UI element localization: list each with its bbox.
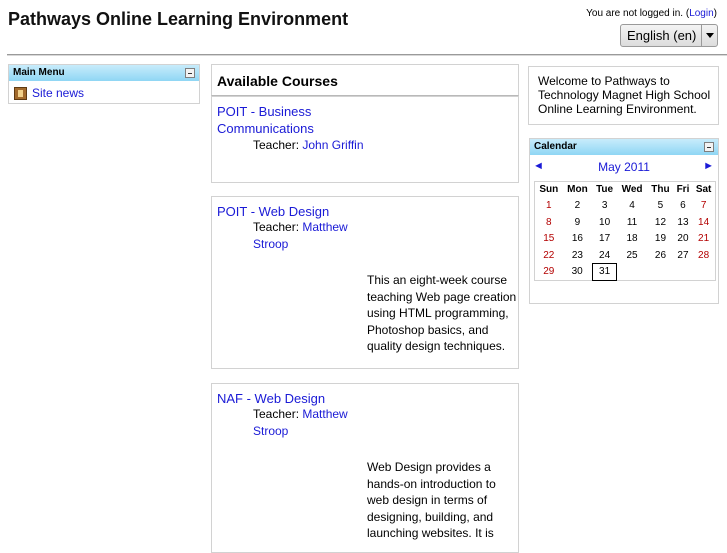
main-menu-header: Main Menu <box>9 65 199 81</box>
available-courses-title: Available Courses <box>217 73 338 89</box>
teacher-label: Teacher: <box>253 138 300 152</box>
calendar-day[interactable]: 7 <box>692 198 715 215</box>
calendar-day[interactable]: 28 <box>692 247 715 264</box>
main-menu-title: Main Menu <box>13 67 65 78</box>
calendar-day[interactable]: 8 <box>535 214 563 231</box>
course-name-link[interactable]: NAF - Web Design <box>217 390 387 407</box>
calendar-day[interactable]: 10 <box>592 214 617 231</box>
course-teacher: Teacher: John Griffin <box>253 137 373 154</box>
main-menu-block: Main Menu Site news <box>8 64 200 104</box>
calendar-empty-cell <box>692 264 715 281</box>
calendar-grid: Sun Mon Tue Wed Thu Fri Sat 1 2 3 4 5 6 7 8 9 10 1… <box>534 181 716 281</box>
calendar-day[interactable]: 21 <box>692 231 715 248</box>
calendar-day[interactable]: 15 <box>535 231 563 248</box>
calendar-day[interactable]: 6 <box>674 198 692 215</box>
calendar-title: Calendar <box>534 141 577 152</box>
calendar-day[interactable]: 1 <box>535 198 563 215</box>
weekday-label: Mon <box>567 184 588 196</box>
calendar-day[interactable]: 13 <box>674 214 692 231</box>
teacher-link[interactable]: John Griffin <box>302 138 363 152</box>
calendar-day[interactable]: 2 <box>563 198 593 215</box>
calendar-day[interactable]: 20 <box>674 231 692 248</box>
calendar-day[interactable]: 24 <box>592 247 617 264</box>
calendar-week-row: 15 16 17 18 19 20 21 <box>535 231 716 248</box>
weekday-label: Tue <box>596 184 614 196</box>
calendar-day[interactable]: 30 <box>563 264 593 281</box>
calendar-nav: ◄ May 2011 ► <box>530 155 718 179</box>
calendar-day[interactable]: 17 <box>592 231 617 248</box>
calendar-day[interactable]: 5 <box>647 198 674 215</box>
course-teacher: Teacher: Matthew Stroop <box>253 219 373 253</box>
calendar-day[interactable]: 18 <box>617 231 647 248</box>
course-name-link[interactable]: POIT - Business Communications <box>217 103 387 137</box>
calendar-day[interactable]: 22 <box>535 247 563 264</box>
login-suffix: ) <box>713 8 717 19</box>
calendar-week-row: 1234567 <box>535 198 716 215</box>
teacher-label: Teacher: <box>253 220 300 234</box>
calendar-day[interactable]: 25 <box>617 247 647 264</box>
page-header: Pathways Online Learning Environment You… <box>0 0 727 56</box>
calendar-day[interactable]: 19 <box>647 231 674 248</box>
weekday-label: Sun <box>539 184 559 196</box>
weekday-row: Sun Mon Tue Wed Thu Fri Sat <box>535 182 716 198</box>
calendar-empty-cell <box>617 264 647 281</box>
calendar-day[interactable]: 14 <box>692 214 715 231</box>
course-name-link[interactable]: POIT - Web Design <box>217 203 387 220</box>
news-icon <box>14 86 27 100</box>
calendar-day[interactable]: 9 <box>563 214 593 231</box>
login-prefix: You are not logged in. ( <box>586 8 690 19</box>
teacher-label: Teacher: <box>253 407 300 421</box>
weekday-label: Wed <box>621 184 643 196</box>
header-divider <box>7 54 727 56</box>
site-title: Pathways Online Learning Environment <box>8 9 349 29</box>
course-box: NAF - Web Design Teacher: Matthew Stroop… <box>211 383 519 553</box>
language-value: English (en) <box>627 28 697 43</box>
welcome-text: Welcome to Pathways to Technology Magnet… <box>538 74 711 116</box>
next-month-icon[interactable]: ► <box>703 160 714 172</box>
menu-item-site-news[interactable]: Site news <box>9 81 199 100</box>
calendar-day[interactable]: 3 <box>592 198 617 215</box>
calendar-day[interactable]: 27 <box>674 247 692 264</box>
calendar-day[interactable]: 12 <box>647 214 674 231</box>
weekday-label: Sat <box>695 184 712 196</box>
site-news-link[interactable]: Site news <box>32 86 84 100</box>
available-courses-header: Available Courses <box>211 64 519 96</box>
chevron-down-icon[interactable] <box>701 25 717 46</box>
login-info: You are not logged in. (Login) <box>586 8 717 19</box>
course-box: POIT - Business Communications Teacher: … <box>211 96 519 183</box>
course-summary: Web Design provides a hands-on introduct… <box>367 460 496 540</box>
weekday-label: Thu <box>651 184 670 196</box>
calendar-day[interactable]: 31 <box>591 263 618 281</box>
calendar-day[interactable]: 4 <box>617 198 647 215</box>
calendar-week-row: 22 23 24 25 26 27 28 <box>535 247 716 264</box>
calendar-empty-cell <box>647 264 674 281</box>
calendar-week-row: 29 30 31 <box>535 263 716 281</box>
course-box: POIT - Web Design Teacher: Matthew Stroo… <box>211 196 519 369</box>
collapse-icon[interactable] <box>185 68 195 78</box>
calendar-block: Calendar ◄ May 2011 ► Sun Mon Tue Wed Th… <box>529 138 719 304</box>
calendar-header: Calendar <box>530 139 718 155</box>
login-link[interactable]: Login <box>689 8 713 19</box>
calendar-empty-cell <box>674 264 692 281</box>
calendar-day[interactable]: 23 <box>563 247 593 264</box>
calendar-days: 1 2 3 4 5 6 7 8 9 10 11 12 13 14 15 16 17 18 19 20 21 22 23 24 2… <box>535 198 716 281</box>
calendar-day[interactable]: 26 <box>647 247 674 264</box>
collapse-icon[interactable] <box>704 142 714 152</box>
calendar-month-link[interactable]: May 2011 <box>530 160 718 174</box>
weekday-label: Fri <box>676 184 690 196</box>
language-select[interactable]: English (en) <box>620 24 718 47</box>
calendar-day[interactable]: 29 <box>535 264 563 281</box>
welcome-block: Welcome to Pathways to Technology Magnet… <box>528 66 719 125</box>
course-teacher: Teacher: Matthew Stroop <box>253 406 373 440</box>
calendar-day[interactable]: 11 <box>617 214 647 231</box>
calendar-week-row: 8 9 10 11 12 13 14 <box>535 214 716 231</box>
calendar-day[interactable]: 16 <box>563 231 593 248</box>
course-summary: This an eight-week course teaching Web p… <box>367 273 517 353</box>
